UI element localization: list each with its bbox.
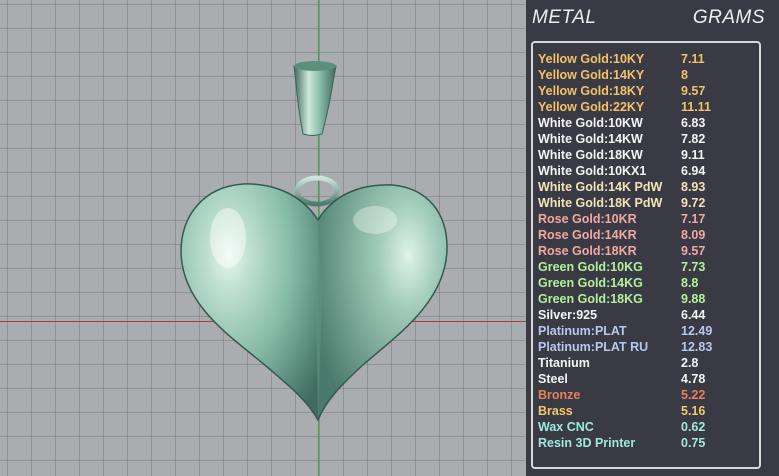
metal-grams: 5.22 [681, 388, 706, 402]
metal-row[interactable]: Platinum:PLAT RU 12.83 [538, 340, 758, 356]
metal-row[interactable]: White Gold:10KX1 6.94 [538, 164, 758, 180]
metal-row[interactable]: Bronze 5.22 [538, 388, 758, 404]
metal-row[interactable]: Platinum:PLAT 12.49 [538, 324, 758, 340]
highlight-right [353, 206, 397, 234]
metal-row[interactable]: Brass 5.16 [538, 404, 758, 420]
metal-row[interactable]: Yellow Gold:22KY 11.11 [538, 100, 758, 116]
metal-grams: 9.57 [681, 244, 706, 258]
metal-grams: 9.72 [681, 196, 706, 210]
metal-grams: 7.73 [681, 260, 706, 274]
heart-left-half [181, 183, 318, 420]
metal-grams: 9.88 [681, 292, 706, 306]
metal-grams: 0.62 [681, 420, 706, 434]
metal-grams: 9.11 [681, 148, 705, 162]
metal-row[interactable]: White Gold:18KW 9.11 [538, 148, 758, 164]
metal-grams: 6.94 [681, 164, 706, 178]
metal-grams: 7.11 [681, 52, 705, 66]
metal-name: Platinum:PLAT [538, 324, 627, 338]
metal-name: Rose Gold:14KR [538, 228, 637, 242]
metal-grams: 2.8 [681, 356, 699, 370]
metal-row[interactable]: Wax CNC 0.62 [538, 420, 758, 436]
metal-row[interactable]: White Gold:14KW 7.82 [538, 132, 758, 148]
metal-name: Yellow Gold:22KY [538, 100, 645, 114]
metal-row[interactable]: Yellow Gold:10KY 7.11 [538, 52, 758, 68]
metal-column-header: METAL [532, 7, 597, 28]
metal-row[interactable]: Yellow Gold:14KY 8 [538, 68, 758, 84]
metal-name: Yellow Gold:14KY [538, 68, 645, 82]
metal-grams: 6.83 [681, 116, 706, 130]
metal-grams: 7.82 [681, 132, 706, 146]
metal-row[interactable]: Yellow Gold:18KY 9.57 [538, 84, 758, 100]
metal-row[interactable]: White Gold:14K PdW 8.93 [538, 180, 758, 196]
metal-grams: 6.44 [681, 308, 706, 322]
metal-name: Wax CNC [538, 420, 594, 434]
metal-name: White Gold:10KX1 [538, 164, 647, 178]
metal-grams: 5.16 [681, 404, 706, 418]
metal-name: Platinum:PLAT RU [538, 340, 649, 354]
bail-top-edge [294, 61, 336, 71]
metal-grams: 8 [681, 68, 688, 82]
metal-name: Steel [538, 372, 568, 386]
heart-pendant-model[interactable] [0, 0, 526, 476]
metal-row[interactable]: Titanium 2.8 [538, 356, 758, 372]
metal-name: Brass [538, 404, 573, 418]
metal-weight-panel: METAL GRAMS Yellow Gold:10KY 7.11 Yellow G… [526, 0, 779, 476]
metal-row[interactable]: Green Gold:10KG 7.73 [538, 260, 758, 276]
metal-name: White Gold:14K PdW [538, 180, 663, 194]
metal-row[interactable]: Rose Gold:18KR 9.57 [538, 244, 758, 260]
metal-row[interactable]: Green Gold:14KG 8.8 [538, 276, 758, 292]
metal-name: Yellow Gold:10KY [538, 52, 645, 66]
metal-name: Rose Gold:10KR [538, 212, 637, 226]
metal-row[interactable]: Rose Gold:10KR 7.17 [538, 212, 758, 228]
metal-row[interactable]: Resin 3D Printer 0.75 [538, 436, 758, 452]
metal-name: Green Gold:14KG [538, 276, 643, 290]
metal-grams: 7.17 [681, 212, 706, 226]
metal-name: Resin 3D Printer [538, 436, 636, 450]
jump-ring [294, 175, 340, 207]
metal-grams: 12.49 [681, 324, 713, 338]
metal-grams: 8.09 [681, 228, 706, 242]
metal-name: Green Gold:18KG [538, 292, 643, 306]
metal-name: Bronze [538, 388, 581, 402]
metal-row[interactable]: Silver:925 6.44 [538, 308, 758, 324]
metal-row[interactable]: White Gold:18K PdW 9.72 [538, 196, 758, 212]
metal-name: Rose Gold:18KR [538, 244, 637, 258]
metal-grams: 4.78 [681, 372, 706, 386]
metal-grams: 12.83 [681, 340, 713, 354]
metal-row[interactable]: Steel 4.78 [538, 372, 758, 388]
metal-grams: 0.75 [681, 436, 706, 450]
metal-grams: 11.11 [681, 100, 711, 114]
metal-weight-list[interactable]: Yellow Gold:10KY 7.11 Yellow Gold:14KY 8 Yel… [531, 41, 761, 469]
metal-row[interactable]: Green Gold:18KG 9.88 [538, 292, 758, 308]
metal-name: Titanium [538, 356, 590, 370]
metal-grams: 9.57 [681, 84, 706, 98]
highlight-left [210, 208, 246, 268]
metal-name: Silver:925 [538, 308, 598, 322]
metal-name: Green Gold:10KG [538, 260, 643, 274]
metal-name: White Gold:14KW [538, 132, 643, 146]
metal-name: White Gold:10KW [538, 116, 643, 130]
metal-row[interactable]: Rose Gold:14KR 8.09 [538, 228, 758, 244]
metal-name: Yellow Gold:18KY [538, 84, 645, 98]
grams-column-header: GRAMS [692, 7, 765, 28]
metal-name: White Gold:18K PdW [538, 196, 663, 210]
metal-name: White Gold:18KW [538, 148, 643, 162]
metal-row[interactable]: White Gold:10KW 6.83 [538, 116, 758, 132]
metal-grams: 8.8 [681, 276, 699, 290]
metal-grams: 8.93 [681, 180, 706, 194]
bail-shape [293, 61, 337, 136]
